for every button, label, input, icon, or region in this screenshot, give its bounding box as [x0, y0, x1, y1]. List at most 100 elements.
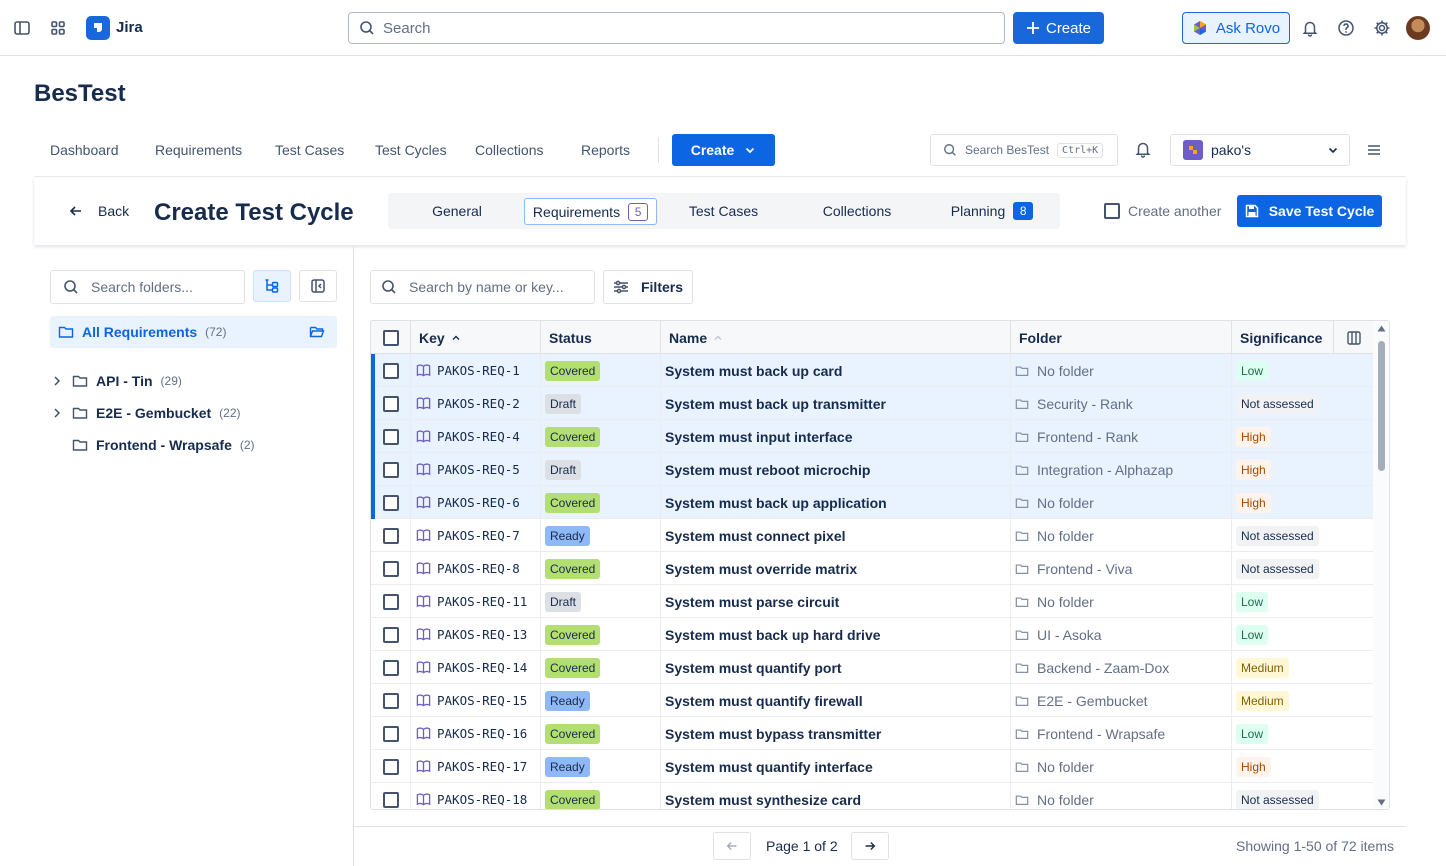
- row-checkbox[interactable]: [382, 758, 399, 775]
- nav-requirements[interactable]: Requirements: [155, 142, 242, 158]
- table-row[interactable]: PAKOS-REQ-8 Covered System must override m…: [371, 552, 1374, 585]
- project-selector[interactable]: pako's: [1170, 134, 1350, 166]
- row-checkbox[interactable]: [382, 659, 399, 676]
- folder-item-frontend-wrapsafe[interactable]: Frontend - Wrapsafe (2): [50, 433, 255, 457]
- key-cell[interactable]: PAKOS-REQ-8: [411, 552, 541, 585]
- collapse-panel-icon[interactable]: [299, 270, 337, 302]
- nav-dashboard[interactable]: Dashboard: [50, 142, 119, 158]
- folder-search-input[interactable]: Search folders...: [50, 270, 245, 304]
- name-cell[interactable]: System must bypass transmitter: [661, 717, 1011, 750]
- table-row[interactable]: PAKOS-REQ-16 Covered System must bypass tr…: [371, 717, 1374, 750]
- folder-open-icon[interactable]: [309, 324, 325, 340]
- tree-view-icon[interactable]: [253, 270, 291, 302]
- name-cell[interactable]: System must quantify firewall: [661, 684, 1011, 717]
- key-cell[interactable]: PAKOS-REQ-13: [411, 618, 541, 651]
- ask-rovo-button[interactable]: Ask Rovo: [1182, 12, 1290, 44]
- name-cell[interactable]: System must quantify interface: [661, 750, 1011, 783]
- key-cell[interactable]: PAKOS-REQ-5: [411, 453, 541, 486]
- name-cell[interactable]: System must synthesize card: [661, 783, 1011, 809]
- table-row[interactable]: PAKOS-REQ-18 Covered System must synthesiz…: [371, 783, 1374, 809]
- name-cell[interactable]: System must back up application: [661, 486, 1011, 519]
- help-icon[interactable]: [1336, 18, 1356, 38]
- folder-item-api-tin[interactable]: API - Tin (29): [50, 369, 182, 393]
- row-checkbox[interactable]: [382, 791, 399, 808]
- table-row[interactable]: PAKOS-REQ-5 Draft System must reboot micro…: [371, 453, 1374, 486]
- global-search-input[interactable]: Search: [348, 12, 1005, 44]
- tab-general[interactable]: General: [388, 193, 526, 229]
- key-cell[interactable]: PAKOS-REQ-11: [411, 585, 541, 618]
- key-cell[interactable]: PAKOS-REQ-15: [411, 684, 541, 717]
- table-row[interactable]: PAKOS-REQ-4 Covered System must input inte…: [371, 420, 1374, 453]
- key-cell[interactable]: PAKOS-REQ-6: [411, 486, 541, 519]
- sidebar-toggle-icon[interactable]: [12, 18, 32, 38]
- scrollbar-thumb[interactable]: [1378, 341, 1385, 471]
- row-checkbox[interactable]: [382, 527, 399, 544]
- columns-icon[interactable]: [1334, 321, 1374, 354]
- table-row[interactable]: PAKOS-REQ-2 Draft System must back up tran…: [371, 387, 1374, 420]
- app-switcher-icon[interactable]: [48, 18, 68, 38]
- table-row[interactable]: PAKOS-REQ-14 Covered System must quantify …: [371, 651, 1374, 684]
- bell-icon[interactable]: [1134, 140, 1152, 158]
- row-checkbox[interactable]: [382, 725, 399, 742]
- table-row[interactable]: PAKOS-REQ-11 Draft System must parse circu…: [371, 585, 1374, 618]
- column-header-folder[interactable]: Folder: [1011, 321, 1232, 354]
- jira-logo-icon[interactable]: [86, 16, 110, 40]
- scroll-down-icon[interactable]: [1377, 799, 1386, 806]
- prev-page-button[interactable]: [713, 832, 751, 860]
- key-cell[interactable]: PAKOS-REQ-7: [411, 519, 541, 552]
- key-cell[interactable]: PAKOS-REQ-18: [411, 783, 541, 809]
- bell-icon[interactable]: [1300, 18, 1320, 38]
- app-name[interactable]: Jira: [116, 19, 143, 36]
- table-row[interactable]: PAKOS-REQ-17 Ready System must quantify in…: [371, 750, 1374, 783]
- key-cell[interactable]: PAKOS-REQ-2: [411, 387, 541, 420]
- folder-all-requirements[interactable]: All Requirements (72): [50, 316, 337, 348]
- back-button[interactable]: Back: [68, 203, 129, 219]
- menu-icon[interactable]: [1366, 142, 1382, 158]
- row-checkbox[interactable]: [382, 362, 399, 379]
- name-cell[interactable]: System must quantify port: [661, 651, 1011, 684]
- table-row[interactable]: PAKOS-REQ-6 Covered System must back up ap…: [371, 486, 1374, 519]
- row-checkbox[interactable]: [382, 494, 399, 511]
- nav-test-cycles[interactable]: Test Cycles: [375, 142, 447, 158]
- row-checkbox[interactable]: [382, 626, 399, 643]
- table-row[interactable]: PAKOS-REQ-15 Ready System must quantify fi…: [371, 684, 1374, 717]
- app-search-input[interactable]: Search BesTest Ctrl+K: [930, 134, 1118, 166]
- row-checkbox[interactable]: [382, 560, 399, 577]
- tab-planning[interactable]: Planning 8: [924, 193, 1060, 229]
- nav-collections[interactable]: Collections: [475, 142, 543, 158]
- name-cell[interactable]: System must back up card: [661, 354, 1011, 387]
- table-row[interactable]: PAKOS-REQ-7 Ready System must connect pixe…: [371, 519, 1374, 552]
- save-test-cycle-button[interactable]: Save Test Cycle: [1237, 195, 1382, 227]
- tab-requirements[interactable]: Requirements 5: [524, 198, 657, 225]
- name-cell[interactable]: System must override matrix: [661, 552, 1011, 585]
- avatar[interactable]: [1406, 16, 1430, 40]
- global-create-button[interactable]: Create: [1013, 12, 1104, 44]
- row-checkbox[interactable]: [382, 692, 399, 709]
- column-header-name[interactable]: Name: [661, 321, 1011, 354]
- key-cell[interactable]: PAKOS-REQ-4: [411, 420, 541, 453]
- row-checkbox[interactable]: [382, 395, 399, 412]
- table-row[interactable]: PAKOS-REQ-13 Covered System must back up h…: [371, 618, 1374, 651]
- name-cell[interactable]: System must back up transmitter: [661, 387, 1011, 420]
- folder-item-e2e-gembucket[interactable]: E2E - Gembucket (22): [50, 401, 241, 425]
- table-scrollbar[interactable]: [1373, 321, 1389, 809]
- row-checkbox[interactable]: [382, 461, 399, 478]
- create-another-checkbox[interactable]: [1104, 203, 1120, 219]
- key-cell[interactable]: PAKOS-REQ-14: [411, 651, 541, 684]
- column-header-key[interactable]: Key: [411, 321, 541, 354]
- row-checkbox[interactable]: [382, 428, 399, 445]
- name-cell[interactable]: System must parse circuit: [661, 585, 1011, 618]
- scroll-up-icon[interactable]: [1377, 325, 1386, 332]
- key-cell[interactable]: PAKOS-REQ-1: [411, 354, 541, 387]
- key-cell[interactable]: PAKOS-REQ-16: [411, 717, 541, 750]
- row-checkbox[interactable]: [382, 593, 399, 610]
- create-another-toggle[interactable]: Create another: [1104, 203, 1221, 219]
- key-cell[interactable]: PAKOS-REQ-17: [411, 750, 541, 783]
- requirement-search-input[interactable]: Search by name or key...: [370, 270, 595, 304]
- column-header-status[interactable]: Status: [541, 321, 661, 354]
- nav-test-cases[interactable]: Test Cases: [275, 142, 344, 158]
- name-cell[interactable]: System must connect pixel: [661, 519, 1011, 552]
- next-page-button[interactable]: [851, 832, 889, 860]
- chevron-right-icon[interactable]: [50, 406, 64, 420]
- nav-reports[interactable]: Reports: [581, 142, 630, 158]
